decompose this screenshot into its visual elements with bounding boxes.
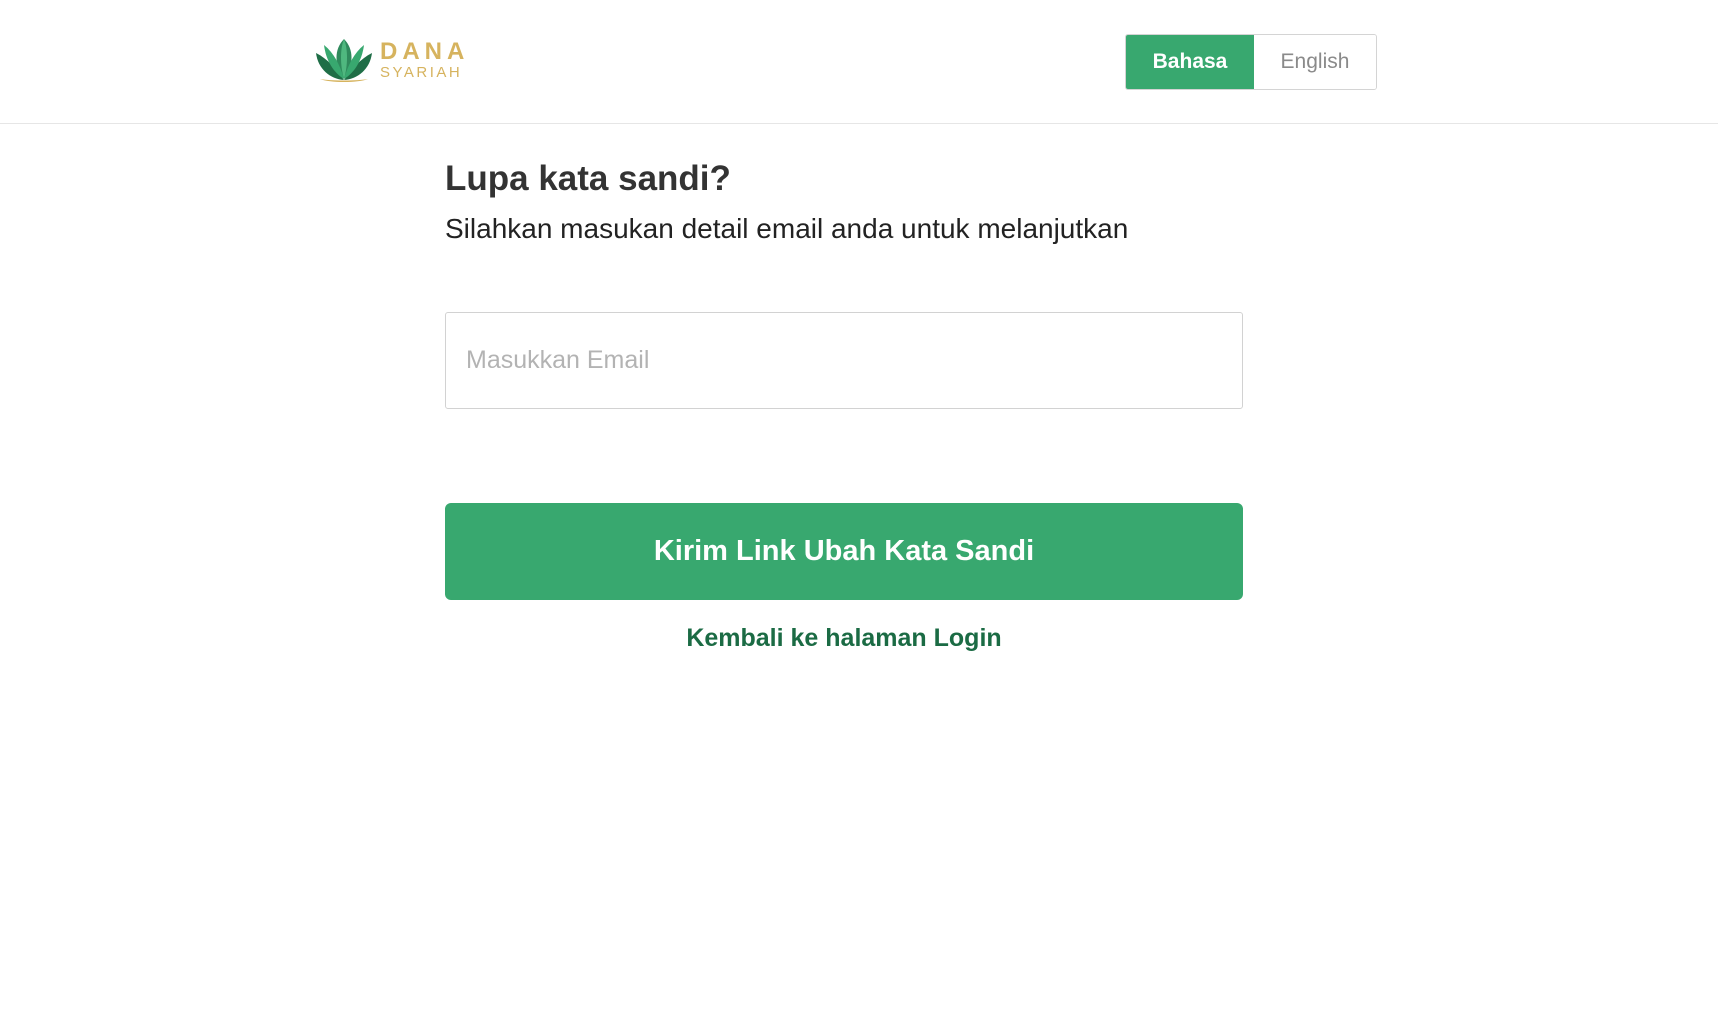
logo[interactable]: DANA SYARIAH — [312, 34, 469, 86]
language-english-button[interactable]: English — [1254, 35, 1376, 89]
language-bahasa-button[interactable]: Bahasa — [1126, 35, 1254, 89]
language-toggle: Bahasa English — [1125, 34, 1377, 90]
logo-word-dana: DANA — [380, 38, 470, 65]
page-title: Lupa kata sandi? — [445, 159, 731, 198]
header: DANA SYARIAH Bahasa English — [0, 0, 1718, 124]
back-to-login-link[interactable]: Kembali ke halaman Login — [445, 624, 1243, 653]
forgot-password-form: Lupa kata sandi? Silahkan masukan detail… — [445, 124, 1243, 653]
email-input[interactable] — [445, 312, 1243, 409]
page-subtitle: Silahkan masukan detail email anda untuk… — [445, 213, 1129, 244]
lotus-icon — [316, 39, 372, 82]
logo-word-syariah: SYARIAH — [380, 64, 463, 81]
send-reset-link-button[interactable]: Kirim Link Ubah Kata Sandi — [445, 503, 1243, 600]
logo-text: DANA SYARIAH — [380, 38, 470, 81]
